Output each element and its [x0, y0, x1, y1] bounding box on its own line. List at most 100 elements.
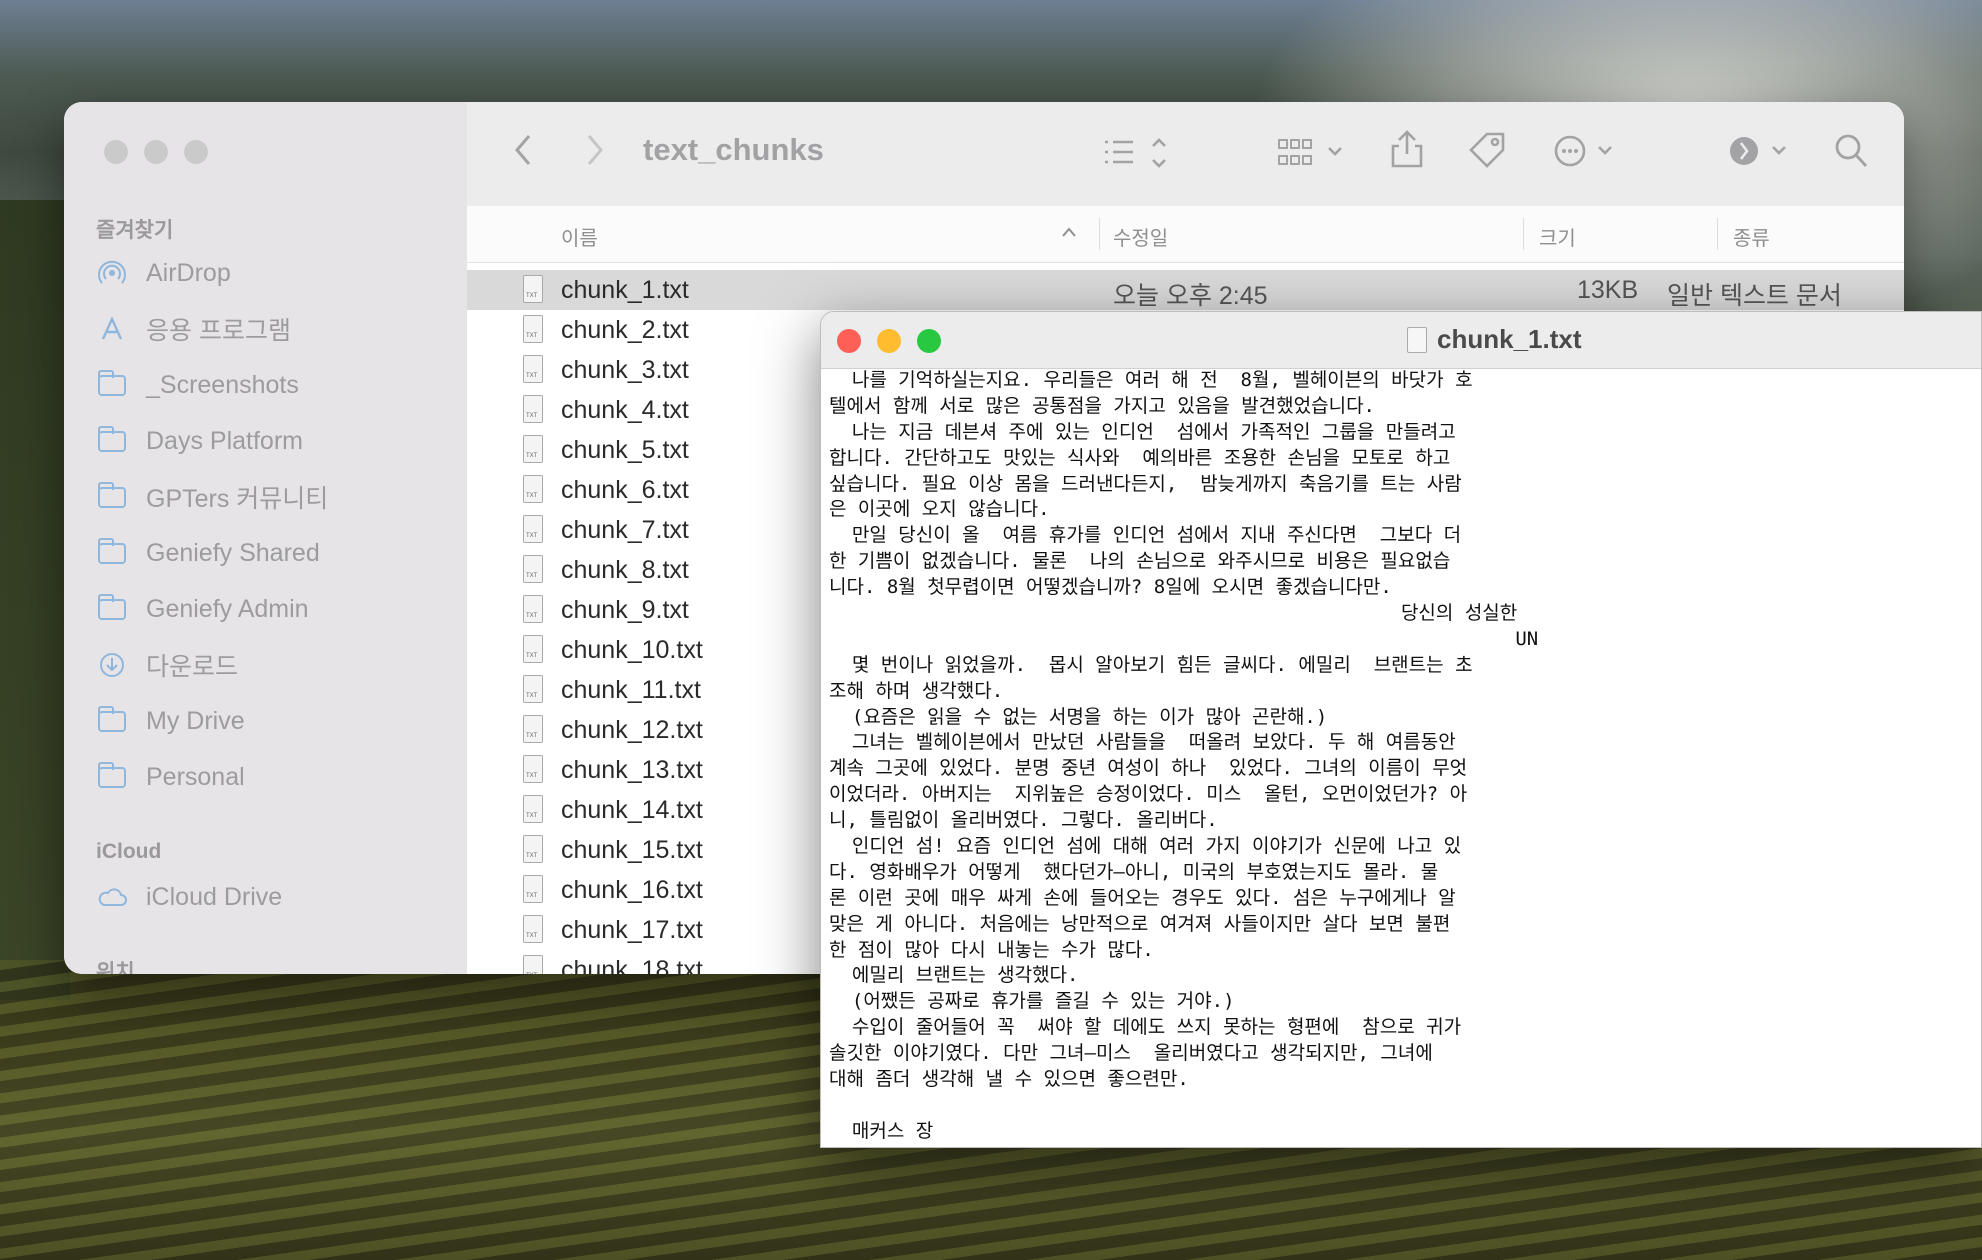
- text-line: 그녀는 벨헤이븐에서 만났던 사람들을 떠올려 보았다. 두 해 여름동안: [829, 731, 1456, 754]
- document-title-label: chunk_1.txt: [1437, 324, 1582, 354]
- file-name: chunk_4.txt: [561, 396, 689, 424]
- sidebar-item-gpters[interactable]: GPTers 커뮤니티: [96, 476, 328, 518]
- text-file-icon: [523, 555, 543, 583]
- file-name: chunk_9.txt: [561, 596, 689, 624]
- sidebar-item-label: 응용 프로그램: [146, 317, 291, 345]
- text-file-icon: [523, 675, 543, 703]
- zoom-button[interactable]: [917, 329, 941, 353]
- text-file-icon: [523, 315, 543, 343]
- text-file-icon: [523, 275, 543, 303]
- text-line: 다. 영화배우가 어떻게 했다던가—아니, 미국의 부호였는지도 몰라. 물: [829, 860, 1439, 883]
- search-icon[interactable]: [1833, 132, 1869, 178]
- file-name: chunk_16.txt: [561, 876, 703, 904]
- sidebar-item-label: Days Platform: [146, 426, 303, 455]
- sidebar-item-label: Personal: [146, 762, 245, 791]
- column-divider[interactable]: [1523, 218, 1524, 250]
- file-row[interactable]: chunk_1.txt 오늘 오후 2:45 13KB 일반 텍스트 문서: [467, 270, 1904, 310]
- text-line: 텔에서 함께 서로 많은 공통점을 가지고 있음을 발견했었습니다.: [829, 394, 1375, 417]
- text-file-icon: [523, 435, 543, 463]
- sidebar-favorites-header: 즐겨찾기: [96, 219, 174, 242]
- minimize-button[interactable]: [877, 329, 901, 353]
- folder-icon: [96, 425, 128, 457]
- extension-icon[interactable]: [1727, 134, 1791, 176]
- text-line: 수입이 줄어들어 꼭 써야 할 데에도 쓰지 못하는 형편에 참으로 귀가: [829, 1016, 1462, 1039]
- text-file-icon: [523, 635, 543, 663]
- text-line: 은 이곳에 오지 않습니다.: [829, 498, 1050, 521]
- column-modified[interactable]: 수정일: [1113, 222, 1168, 251]
- cloud-icon: [96, 881, 128, 913]
- text-line: 매커스 장: [829, 1119, 934, 1142]
- text-line: 당신의 성실한: [829, 602, 1518, 625]
- sidebar-item-label: 다운로드: [146, 653, 239, 681]
- sidebar-item-label: My Drive: [146, 706, 245, 735]
- textedit-window: chunk_1.txt 나를 기억하실는지요. 우리들은 여러 해 전 8월, …: [820, 311, 1982, 1148]
- column-kind[interactable]: 종류: [1733, 222, 1770, 251]
- sidebar-item-my-drive[interactable]: My Drive: [96, 700, 245, 742]
- column-divider[interactable]: [1717, 218, 1718, 250]
- file-name: chunk_7.txt: [561, 516, 689, 544]
- sidebar-item-applications[interactable]: 응용 프로그램: [96, 308, 291, 350]
- text-file-icon: [523, 395, 543, 423]
- text-content-area[interactable]: 나를 기억하실는지요. 우리들은 여러 해 전 8월, 벨헤이븐의 바닷가 호텔…: [829, 368, 1969, 1143]
- file-name: chunk_5.txt: [561, 436, 689, 464]
- finder-toolbar: text_chunks: [467, 102, 1904, 206]
- list-view-icon[interactable]: [1101, 136, 1171, 178]
- text-line: 니, 틀림없이 올리버였다. 그렇다. 올리버다.: [829, 809, 1218, 832]
- text-line: 나는 지금 데븐셔 주에 있는 인디언 섬에서 가족적인 그룹을 만들려고: [829, 420, 1456, 443]
- share-icon[interactable]: [1389, 128, 1425, 178]
- sidebar-item-airdrop[interactable]: AirDrop: [96, 252, 231, 294]
- column-header: 이름 수정일 크기 종류: [467, 206, 1904, 263]
- file-size: 13KB: [1577, 276, 1639, 304]
- text-file-icon: [523, 875, 543, 903]
- text-line: 조해 하며 생각했다.: [829, 679, 1004, 702]
- sidebar-item-icloud-drive[interactable]: iCloud Drive: [96, 876, 282, 918]
- folder-icon: [96, 761, 128, 793]
- file-name: chunk_1.txt: [561, 276, 689, 304]
- folder-icon: [96, 705, 128, 737]
- tag-icon[interactable]: [1467, 132, 1507, 178]
- downloads-icon: [96, 649, 128, 681]
- window-title: text_chunks: [643, 132, 824, 167]
- sidebar-icloud-header: iCloud: [96, 840, 162, 863]
- text-line: 솔깃한 이야기였다. 다만 그녀—미스 올리버였다고 생각되지만, 그녀에: [829, 1042, 1433, 1065]
- close-button[interactable]: [104, 140, 128, 164]
- sidebar-item-personal[interactable]: Personal: [96, 756, 245, 798]
- text-file-icon: [523, 835, 543, 863]
- minimize-button[interactable]: [144, 140, 168, 164]
- file-name: chunk_3.txt: [561, 356, 689, 384]
- sidebar-item-label: AirDrop: [146, 258, 231, 287]
- file-name: chunk_14.txt: [561, 796, 703, 824]
- more-actions-icon[interactable]: [1553, 134, 1617, 176]
- column-size[interactable]: 크기: [1539, 222, 1576, 251]
- column-name[interactable]: 이름: [561, 222, 598, 251]
- sidebar-item-screenshots[interactable]: _Screenshots: [96, 364, 299, 406]
- text-line: 론 이런 곳에 매우 싸게 손에 들어오는 경우도 있다. 섬은 누구에게나 알: [829, 886, 1456, 909]
- sidebar-item-days-platform[interactable]: Days Platform: [96, 420, 303, 462]
- text-line: UN: [829, 627, 1539, 650]
- sidebar-item-geniefy-admin[interactable]: Geniefy Admin: [96, 588, 309, 630]
- file-name: chunk_8.txt: [561, 556, 689, 584]
- group-icon[interactable]: [1277, 136, 1347, 178]
- folder-icon: [96, 593, 128, 625]
- finder-window-controls: [104, 140, 208, 164]
- text-line: 에밀리 브랜트는 생각했다.: [829, 964, 1079, 987]
- forward-icon[interactable]: [583, 132, 607, 176]
- text-file-icon: [523, 475, 543, 503]
- text-line: 나를 기억하실는지요. 우리들은 여러 해 전 8월, 벨헤이븐의 바닷가 호: [829, 369, 1473, 391]
- sidebar-item-downloads[interactable]: 다운로드: [96, 644, 238, 686]
- column-divider[interactable]: [1099, 218, 1100, 250]
- sidebar-item-geniefy-shared[interactable]: Geniefy Shared: [96, 532, 320, 574]
- text-line: 맞은 게 아니다. 처음에는 낭만적으로 여겨져 사들이지만 살다 보면 불편: [829, 912, 1451, 935]
- close-button[interactable]: [837, 329, 861, 353]
- sidebar-item-label: iCloud Drive: [146, 882, 283, 911]
- zoom-button[interactable]: [184, 140, 208, 164]
- text-file-icon: [523, 755, 543, 783]
- text-line: (어쨌든 공짜로 휴가를 즐길 수 있는 거야.): [829, 990, 1235, 1013]
- back-icon[interactable]: [511, 132, 535, 176]
- text-line: 몇 번이나 읽었을까. 몹시 알아보기 힘든 글씨다. 에밀리 브랜트는 초: [829, 653, 1473, 676]
- sort-ascending-icon[interactable]: [1061, 222, 1077, 245]
- text-line: 만일 당신이 올 여름 휴가를 인디언 섬에서 지내 주신다면 그보다 더: [829, 524, 1462, 547]
- text-line: (요즘은 읽을 수 없는 서명을 하는 이가 많아 곤란해.): [829, 705, 1328, 728]
- text-line: 싶습니다. 필요 이상 몸을 드러낸다든지, 밤늦게까지 축음기를 트는 사람: [829, 472, 1462, 495]
- folder-icon: [96, 481, 128, 513]
